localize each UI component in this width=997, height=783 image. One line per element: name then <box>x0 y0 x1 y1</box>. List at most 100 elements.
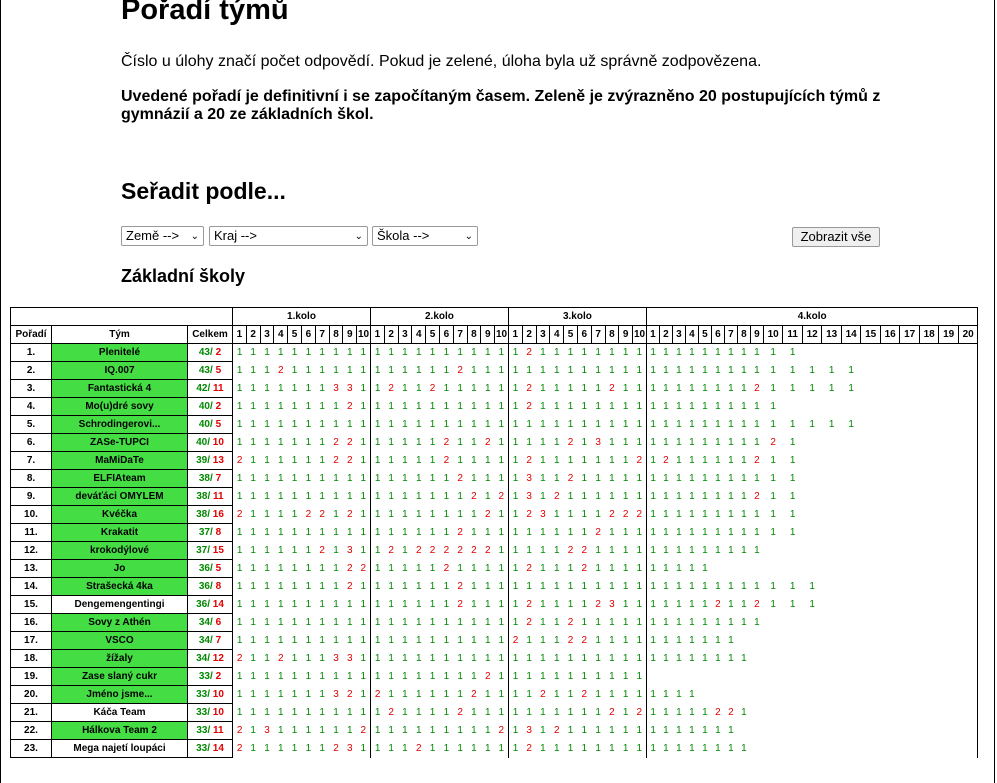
wrong-count: 14 <box>212 743 224 754</box>
table-row: 19. Zase slaný cukr 33/ 211111111111111111… <box>10 667 979 686</box>
answer-count-cell: 1 <box>507 577 523 596</box>
answer-count-cell: 1 <box>457 635 463 646</box>
correct-count: 40 <box>198 401 210 412</box>
answer-count-cell: 1 <box>305 617 312 628</box>
answer-count-cell: 1 <box>305 725 312 736</box>
rank-cell: 4. <box>10 397 52 416</box>
answer-count-cell: 1 <box>689 419 695 430</box>
answer-count-cell: 2 <box>457 527 463 538</box>
answer-count-cell: 1 <box>250 455 256 466</box>
answer-count-cell <box>861 416 881 434</box>
answer-count-cell: 1 <box>507 613 523 632</box>
answer-count-cell: 1 <box>507 487 523 506</box>
answer-count-cell: 1 <box>676 491 682 502</box>
region-select[interactable]: Kraj --> ⌄ <box>209 226 368 246</box>
answer-count-cell: 3 <box>346 383 353 394</box>
answer-count-cell: 1 <box>494 649 509 668</box>
answer-count-cell: 1 <box>609 617 615 628</box>
wrong-count: 2 <box>215 401 222 412</box>
answer-count-cell: 1 <box>540 365 546 376</box>
answer-count-cell: 1 <box>622 455 629 466</box>
answer-count-cell: 1 <box>715 365 721 376</box>
round-header: 2.kolo <box>369 307 509 326</box>
answer-count-cell <box>900 596 920 614</box>
left-frame-border <box>0 0 1 783</box>
answer-count-cell <box>783 668 803 686</box>
table-row: 23. Mega najetí loupáci 33/ 14 2 1 1 1 1 1 1 2 3 1 1 1… <box>10 739 979 758</box>
answer-count-cell: 1 <box>250 401 256 412</box>
answer-count-cell <box>900 560 920 578</box>
answer-count-cell: 1 <box>402 383 408 394</box>
answer-count-cell: 1 <box>540 707 546 718</box>
answer-count-cell: 1 <box>319 401 325 412</box>
answer-count-cell: 1 <box>632 577 647 596</box>
answer-count-cell <box>958 739 979 758</box>
answer-count-cell: 1 <box>457 437 463 448</box>
answer-count-cell: 1 <box>553 635 560 646</box>
answer-count-cell: 1 <box>770 419 776 430</box>
answer-count-cell: 1 <box>715 473 721 484</box>
answer-count-cell: 1 <box>553 617 560 628</box>
answer-count-cell <box>900 740 920 758</box>
school-select[interactable]: Škola --> ⌄ <box>372 226 478 246</box>
answer-count-cell: 1 <box>305 365 312 376</box>
answer-count-cell: 2 <box>507 631 523 650</box>
answer-count-cell: 2 <box>494 487 509 506</box>
answer-count-cell: 1 <box>645 559 660 578</box>
show-all-button[interactable]: Zobrazit vše <box>792 227 880 247</box>
answer-count-cell: 1 <box>770 347 776 359</box>
answer-count-cell: 1 <box>609 743 615 754</box>
wrong-count: 7 <box>215 635 222 646</box>
answer-count-cell: 2 <box>715 599 721 610</box>
answer-count-cell: 1 <box>429 581 436 592</box>
total-score-cell: 34/ 7 <box>187 631 233 650</box>
answer-count-cell: 1 <box>553 509 560 520</box>
answer-count-cell <box>880 524 900 542</box>
answer-count-cell: 1 <box>676 563 682 574</box>
rank-cell: 20. <box>10 685 52 704</box>
answer-count-cell: 1 <box>728 581 734 592</box>
answer-count-cell: 1 <box>319 653 325 664</box>
answer-count-cell <box>802 524 822 542</box>
answer-count-cell: 1 <box>741 707 747 718</box>
correct-count: 33 <box>196 707 208 718</box>
answer-count-cell: 1 <box>595 455 601 466</box>
answer-count-cell: 1 <box>581 419 588 430</box>
country-select[interactable]: Země --> ⌄ <box>121 226 204 246</box>
answer-count-cell <box>880 578 900 596</box>
answer-count-cell: 1 <box>676 617 682 628</box>
answer-count-cell: 1 <box>443 581 450 592</box>
answer-count-cell: 1 <box>663 635 669 646</box>
answer-count-cell: 1 <box>754 347 760 359</box>
correct-count: 33 <box>196 689 208 700</box>
answer-count-cell: 1 <box>369 505 385 524</box>
answer-count-cell: 1 <box>346 617 353 628</box>
correct-count: 37 <box>198 527 210 538</box>
answer-count-cell: 3 <box>264 725 270 736</box>
answer-count-cell: 2 <box>632 451 647 470</box>
answer-count-cell: 2 <box>526 455 532 466</box>
answer-count-cell: 1 <box>291 635 298 646</box>
question-number-header: 7 <box>590 325 606 344</box>
table-row: 8. ELFIAteam 38/ 7111111111111111121111311… <box>10 469 979 488</box>
answer-count-cell: 1 <box>494 523 509 542</box>
answer-count-cell <box>841 578 861 596</box>
answer-count-cell <box>900 542 920 560</box>
answer-count-cell <box>900 506 920 524</box>
answer-count-cell: 1 <box>622 365 629 376</box>
answer-count-cell: 1 <box>728 653 734 664</box>
answer-count-cell: 1 <box>741 581 747 592</box>
answer-count-cell: 1 <box>567 365 574 376</box>
answer-count-cell: 1 <box>507 649 523 668</box>
answer-count-cell: 1 <box>553 419 560 430</box>
answer-count-cell: 1 <box>250 725 256 736</box>
answer-count-cell: 1 <box>595 419 601 430</box>
answer-count-cell: 1 <box>369 361 385 380</box>
answer-count-cell: 1 <box>356 487 371 506</box>
wrong-count: 10 <box>212 707 224 718</box>
answer-count-cell <box>919 542 939 560</box>
answer-count-cell: 1 <box>676 545 682 556</box>
answer-count-cell: 2 <box>728 707 734 718</box>
answer-count-cell: 1 <box>333 491 339 502</box>
answer-count-cell: 1 <box>595 563 601 574</box>
